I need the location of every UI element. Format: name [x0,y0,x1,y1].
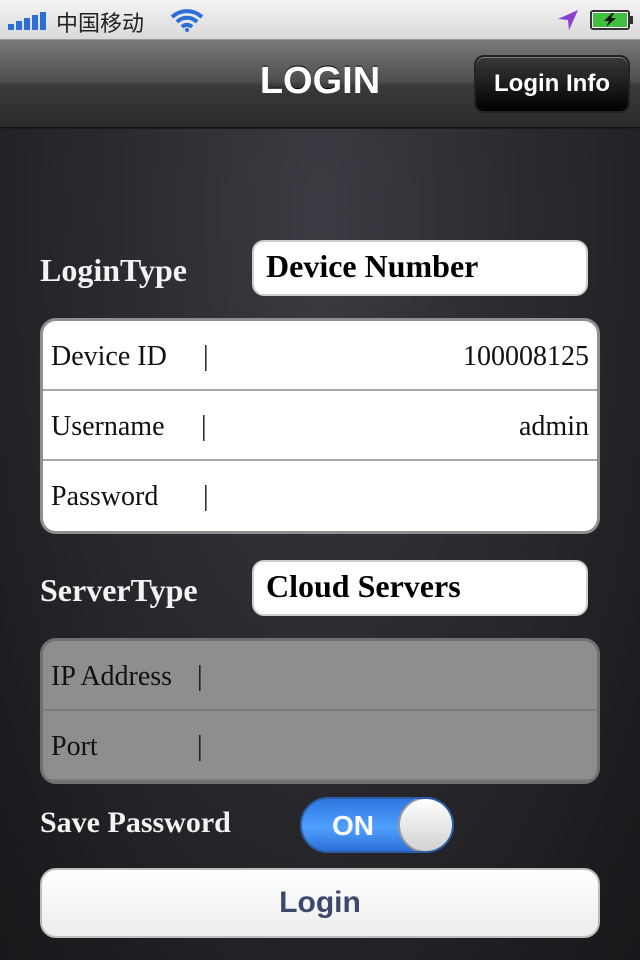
login-button[interactable]: Login [40,868,600,938]
status-bar: 中国移动 [0,0,640,40]
carrier-name: 中国移动 [56,12,145,37]
ip-address-label: IP Address [51,661,173,692]
save-password-toggle[interactable]: ON [300,797,454,853]
wifi-icon [170,9,204,32]
battery-charging-icon [590,10,633,30]
toggle-state-text: ON [332,810,374,841]
field-separator: | [203,481,209,512]
server-type-selector[interactable]: Cloud Servers [252,560,588,616]
login-type-label: LoginType [40,252,187,288]
device-id-field[interactable]: Device ID | 100008125 [43,321,597,391]
field-separator: | [197,661,203,692]
field-separator: | [197,731,203,762]
device-id-value[interactable]: 100008125 [463,341,589,373]
field-separator: | [201,411,207,442]
toggle-knob[interactable] [398,799,452,851]
navigation-bar: LOGIN Login Info [0,40,640,128]
save-password-label: Save Password [40,806,231,839]
server-type-label: ServerType [40,572,198,608]
signal-bars-icon [8,12,46,30]
username-field[interactable]: Username | admin [43,391,597,461]
password-field[interactable]: Password | [43,461,597,531]
field-separator: | [203,341,209,372]
ip-address-field[interactable]: IP Address | [43,641,597,711]
port-label: Port [51,731,98,762]
login-type-selector[interactable]: Device Number [252,240,588,296]
server-group: IP Address | Port | [40,638,600,784]
credentials-group: Device ID | 100008125 Username | admin P… [40,318,600,534]
device-id-label: Device ID [51,341,167,372]
username-value[interactable]: admin [519,411,589,443]
port-field[interactable]: Port | [43,711,597,781]
login-info-button[interactable]: Login Info [474,55,630,113]
location-arrow-icon [558,10,578,30]
username-label: Username [51,411,165,442]
password-label: Password [51,481,159,512]
